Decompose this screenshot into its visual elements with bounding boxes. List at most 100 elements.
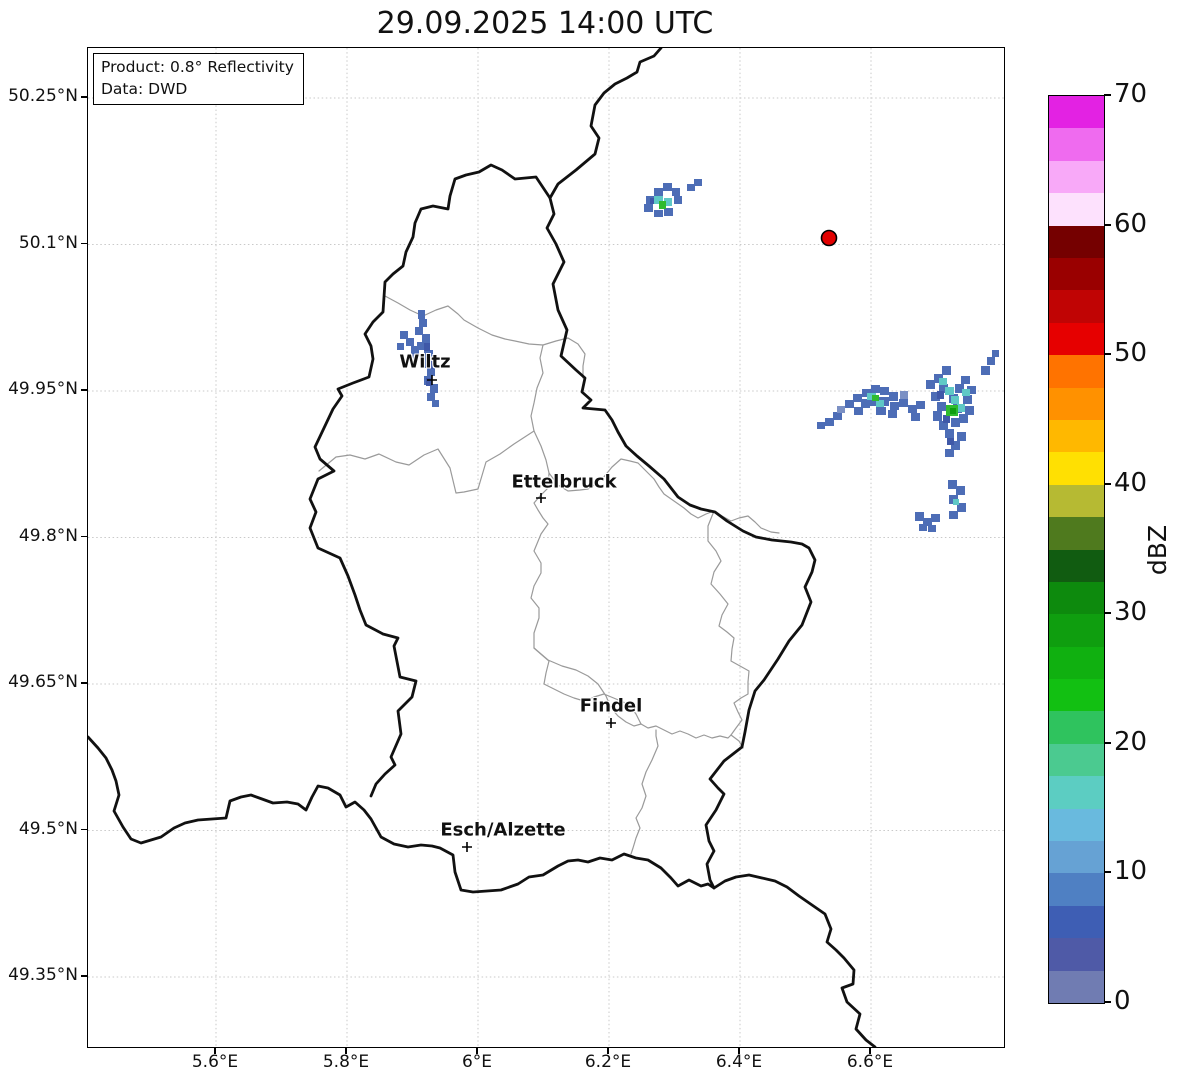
colorbar-segment (1049, 193, 1104, 226)
y-tick-label: 50.25°N (8, 86, 78, 106)
y-tick-mark (81, 828, 87, 831)
product-info-box: Product: 0.8° Reflectivity Data: DWD (93, 53, 304, 106)
radar-echo-cell (890, 402, 899, 410)
x-tick-label: 5.8°E (322, 1052, 370, 1072)
radar-echo-cell (406, 338, 414, 346)
y-tick-label: 49.8°N (18, 525, 78, 546)
city-label: Wiltz (399, 351, 451, 373)
radar-echo-cell (880, 387, 889, 395)
radar-echo-cell (854, 407, 863, 415)
colorbar-segment (1049, 517, 1104, 550)
radar-echo-cell (415, 327, 423, 335)
colorbar-tick-mark (1104, 94, 1111, 96)
colorbar-segment (1049, 258, 1104, 291)
colorbar-segment (1049, 96, 1104, 129)
radar-echo-cell (957, 432, 966, 441)
colorbar-segment (1049, 743, 1104, 777)
colorbar-segment (1049, 970, 1104, 1003)
radar-echo-cell (949, 511, 958, 519)
radar-echo-cell (937, 402, 946, 411)
page-title: 29.09.2025 14:00 UTC (376, 6, 714, 41)
radar-echo-cell (853, 394, 862, 402)
colorbar-segment (1049, 484, 1104, 518)
colorbar-unit-label: dBZ (1143, 524, 1172, 576)
radar-echo-cell (861, 399, 870, 408)
radar-echo-cell (845, 400, 854, 408)
colorbar-segment (1049, 905, 1104, 939)
district-border (630, 729, 659, 855)
y-tick-label: 50.1°N (18, 232, 78, 253)
radar-echo-cell (947, 438, 954, 445)
radar-echo-cell (432, 400, 439, 407)
colorbar-tick-mark (1104, 1001, 1111, 1003)
y-tick-mark (81, 975, 87, 977)
colorbar-tick-label: 10 (1114, 856, 1148, 886)
radar-echo-cell (654, 210, 663, 217)
colorbar-segment (1049, 322, 1104, 356)
colorbar-segment (1049, 808, 1104, 842)
colorbar-segment (1049, 128, 1104, 161)
radar-echo-cell (965, 406, 974, 415)
radar-echo-cell (664, 208, 673, 216)
colorbar-tick-mark (1104, 224, 1111, 226)
colorbar-tick-label: 50 (1114, 338, 1148, 368)
colorbar-segment (1049, 873, 1104, 906)
y-tick-mark (81, 96, 87, 98)
radar-echo-cell (928, 525, 936, 532)
colorbar-segment (1049, 290, 1104, 323)
colorbar-tick-mark (1104, 742, 1111, 744)
city-marker-icon (606, 718, 616, 728)
district-border (530, 472, 642, 725)
district-border (707, 510, 750, 736)
radar-echo-cell (419, 319, 427, 327)
colorbar-segment (1049, 711, 1104, 744)
radar-echo-cell (962, 389, 970, 396)
colorbar-segment (1049, 160, 1104, 194)
y-tick-label: 49.5°N (18, 818, 78, 839)
district-border (640, 723, 732, 739)
radar-echo-cell (945, 449, 954, 457)
colorbar-segment (1049, 776, 1104, 809)
product-info-line2: Data: DWD (101, 79, 188, 98)
radar-echo-cell (943, 415, 950, 423)
x-tick-label: 6.2°E (584, 1052, 632, 1072)
radar-echo-cell (817, 422, 825, 429)
radar-echo-cell (950, 408, 956, 414)
y-tick-label: 49.95°N (8, 379, 78, 399)
radar-echo-cell (888, 410, 897, 418)
radar-echo-cell (659, 201, 666, 209)
colorbar-tick-mark (1104, 612, 1111, 614)
radar-echo-cell (937, 391, 944, 399)
colorbar-segment (1049, 646, 1104, 680)
radar-echo-cell (945, 429, 954, 438)
colorbar-segment (1049, 419, 1104, 453)
radar-echo-cell (644, 204, 653, 212)
radar-echo-cell (825, 418, 834, 426)
city-label: Ettelbruck (511, 471, 617, 493)
radar-echo-cell (948, 480, 957, 489)
colorbar-segment (1049, 387, 1104, 420)
colorbar-tick-label: 30 (1114, 597, 1148, 627)
colorbar-tick-mark (1104, 871, 1111, 873)
country-border (88, 735, 716, 894)
radar-echo-cell (663, 183, 672, 191)
radar-echo-cell (871, 385, 880, 393)
colorbar-tick-label: 0 (1114, 986, 1131, 1016)
radar-echo-cell (916, 401, 925, 409)
radar-echo-cell (959, 414, 968, 423)
radar-echo-cell (908, 405, 917, 413)
country-border (545, 48, 877, 1047)
map-canvas (88, 48, 1004, 1047)
colorbar-segment (1049, 614, 1104, 647)
radar-echo-cell (876, 407, 886, 415)
x-tick-label: 6°E (461, 1052, 493, 1072)
colorbar-segment (1049, 355, 1104, 388)
radar-echo-cell (957, 404, 965, 412)
radar-echo-cell (992, 350, 999, 357)
radar-echo-cell (672, 188, 680, 196)
city-marker-icon (462, 842, 472, 852)
colorbar-segment (1049, 938, 1104, 971)
y-tick-mark (81, 389, 87, 391)
radar-echo-cell (956, 486, 965, 495)
radar-echo-cell (926, 380, 935, 389)
